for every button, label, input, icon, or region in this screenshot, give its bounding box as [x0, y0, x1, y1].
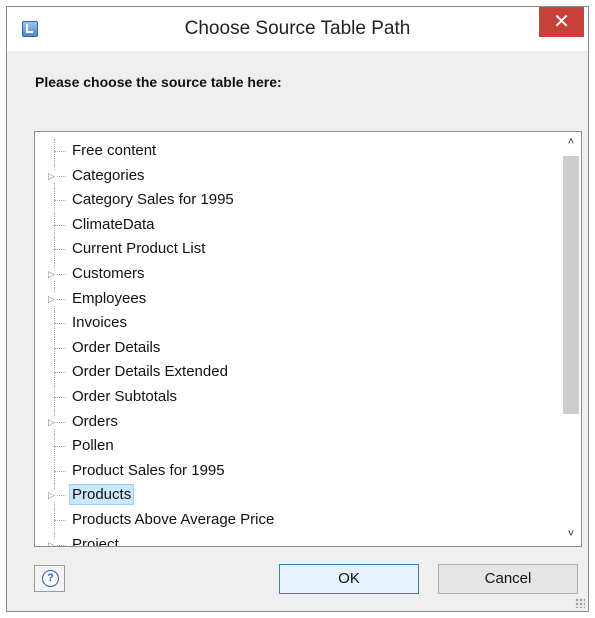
tree-item[interactable]: Invoices — [35, 311, 555, 336]
tree-guide-line — [54, 520, 66, 521]
scroll-up-arrow-icon[interactable]: ˄ — [561, 136, 581, 150]
vertical-scrollbar[interactable]: ˄ ˅ — [561, 132, 581, 546]
tree-item[interactable]: ▷ Categories — [35, 163, 555, 188]
expand-arrow-icon[interactable]: ▷ — [48, 538, 56, 546]
tree-item-label: Employees — [72, 289, 147, 307]
expand-arrow-icon[interactable]: ▷ — [48, 268, 56, 280]
expand-arrow-icon[interactable]: ▷ — [48, 489, 56, 502]
tree-item-label: Project — [72, 535, 119, 547]
tree-item[interactable]: ▷ Customers — [35, 262, 555, 286]
tree-item[interactable]: Products Above Average Price — [35, 508, 555, 532]
tree-item-label: Free content — [72, 142, 157, 159]
tree-item[interactable]: Pollen — [35, 434, 555, 459]
dialog-title: Choose Source Table Path — [184, 18, 411, 39]
close-button[interactable]: ✕ — [539, 7, 584, 37]
scroll-thumb[interactable] — [563, 156, 579, 414]
help-icon: ? — [42, 570, 59, 587]
tree-item-label: Categories — [72, 166, 145, 184]
tree-item-label: Current Product List — [72, 240, 206, 258]
tree-item[interactable]: Category Sales for 1995 — [35, 188, 555, 213]
resize-grip-icon[interactable] — [575, 598, 585, 608]
tree-item[interactable]: ▷ Employees — [35, 286, 555, 311]
tree-item[interactable]: Order Details — [35, 335, 555, 360]
expand-arrow-icon[interactable]: ▷ — [48, 292, 56, 305]
tree-item-label: Orders — [72, 412, 118, 430]
tree-guide-line — [54, 151, 66, 152]
tree-item[interactable]: Free content — [35, 139, 555, 163]
tree-guide-line — [54, 397, 66, 398]
tree-item-label: Category Sales for 1995 — [72, 191, 234, 209]
tree-guide-line — [54, 347, 66, 349]
tree-item-label: Customers — [72, 265, 145, 282]
instruction-label: Please choose the source table here: — [35, 74, 282, 90]
help-button[interactable]: ? — [34, 565, 65, 592]
tree-item[interactable]: ▷ Products — [35, 483, 555, 508]
tree-item-label: ClimateData — [72, 215, 155, 233]
tree-item[interactable]: ▷ Orders — [35, 409, 555, 434]
tree-item-label: Order Details Extended — [72, 363, 228, 381]
cancel-button[interactable]: Cancel — [438, 564, 578, 594]
tree-item[interactable]: Product Sales for 1995 — [35, 458, 555, 483]
tree-item[interactable]: Order Subtotals — [35, 385, 555, 409]
tree-guide-line — [54, 470, 66, 472]
expand-arrow-icon[interactable]: ▷ — [48, 169, 56, 182]
tree-guide-line — [54, 446, 66, 448]
tree-item-label: Product Sales for 1995 — [72, 461, 225, 479]
tree-guide-line — [54, 372, 66, 374]
tree-item-label: Products — [69, 484, 135, 506]
tree-item-label: Products Above Average Price — [72, 511, 275, 528]
ok-button[interactable]: OK — [279, 564, 419, 594]
tree-guide-line — [54, 323, 66, 325]
tree-item-label: Invoices — [72, 314, 128, 332]
close-icon: ✕ — [553, 11, 570, 33]
tree-guide-line — [54, 249, 66, 251]
scroll-down-arrow-icon[interactable]: ˅ — [561, 528, 581, 542]
tree-item-label: Pollen — [72, 437, 114, 455]
choose-source-table-dialog: Choose Source Table Path ✕ Please choose… — [6, 6, 589, 612]
expand-arrow-icon[interactable]: ▷ — [48, 415, 56, 428]
tree-guide-line — [54, 200, 66, 202]
tree-item-label: Order Details — [72, 338, 161, 356]
title-bar[interactable]: Choose Source Table Path ✕ — [7, 7, 588, 51]
tree-item[interactable]: ClimateData — [35, 212, 555, 237]
source-table-tree[interactable]: Free content ▷ Categories Category Sales fo… — [34, 131, 582, 547]
tree-item[interactable]: ▷ Project — [35, 532, 555, 547]
tree-guide-line — [54, 224, 66, 226]
tree-item-label: Order Subtotals — [72, 388, 178, 405]
tree-item[interactable]: Order Details Extended — [35, 360, 555, 385]
tree-item[interactable]: Current Product List — [35, 237, 555, 262]
